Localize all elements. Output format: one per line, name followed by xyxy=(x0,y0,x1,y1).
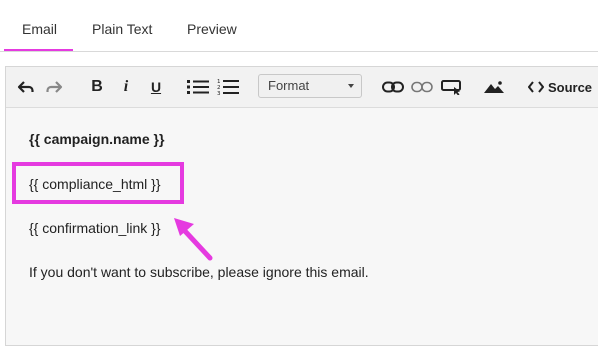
format-dropdown[interactable]: Format xyxy=(258,74,362,98)
underline-icon[interactable]: U xyxy=(147,74,165,100)
source-button[interactable]: Source xyxy=(525,74,595,100)
campaign-name-line: {{ campaign.name }} xyxy=(29,131,165,147)
tab-preview[interactable]: Preview xyxy=(187,21,237,37)
svg-text:3: 3 xyxy=(217,91,221,96)
email-editor: B i U 123 Format Source {{campaign.name… xyxy=(5,66,598,346)
numbered-list-icon[interactable]: 123 xyxy=(216,74,240,100)
editor-toolbar: B i U 123 Format Source xyxy=(6,67,598,108)
highlight-box xyxy=(12,162,184,204)
image-icon[interactable] xyxy=(482,74,506,100)
tab-email[interactable]: Email xyxy=(22,21,57,37)
tab-divider xyxy=(0,51,598,52)
tab-plain-text[interactable]: Plain Text xyxy=(92,21,152,37)
ignore-email-line: If you don't want to subscribe, please i… xyxy=(29,264,369,280)
annotation-arrow xyxy=(174,218,213,261)
editor-content[interactable]: {{ campaign.name }} {{ compliance_html }… xyxy=(6,108,598,348)
tab-bar: Email Plain Text Preview xyxy=(0,0,598,52)
italic-icon[interactable]: i xyxy=(119,74,133,100)
link-icon[interactable] xyxy=(381,74,405,100)
source-label: Source xyxy=(547,79,593,95)
source-code-icon xyxy=(527,81,544,93)
format-dropdown-label: Format xyxy=(268,78,310,93)
unlink-icon[interactable] xyxy=(410,74,434,100)
bold-icon[interactable]: B xyxy=(88,74,106,100)
insert-button-icon[interactable] xyxy=(440,74,464,100)
chevron-down-icon xyxy=(348,84,354,88)
undo-icon[interactable] xyxy=(15,74,37,100)
confirmation-link-line: {{ confirmation_link }} xyxy=(29,220,161,236)
bullet-list-icon[interactable] xyxy=(186,74,210,100)
redo-icon[interactable] xyxy=(43,74,65,100)
